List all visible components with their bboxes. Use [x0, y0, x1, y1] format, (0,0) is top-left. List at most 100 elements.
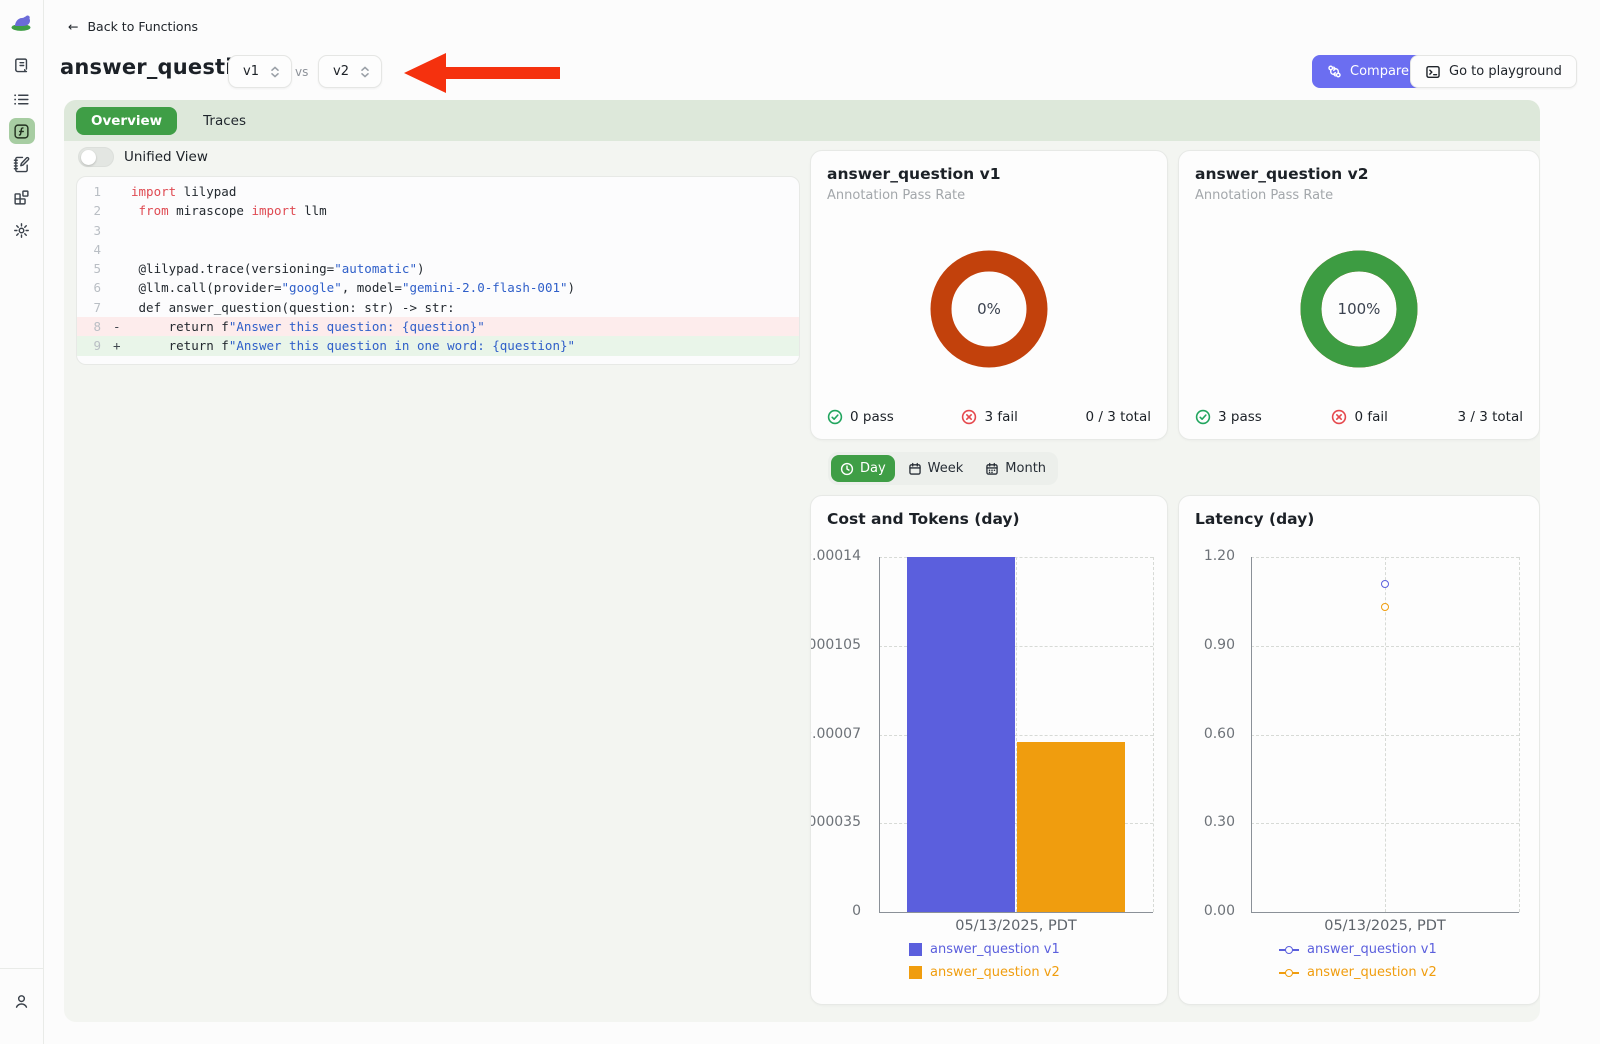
range-month-button[interactable]: Month [976, 455, 1055, 482]
gridline [1519, 557, 1520, 912]
sidebar-divider [0, 968, 43, 969]
tab-bar: Overview Traces [64, 100, 1540, 141]
code-line: 3 [77, 221, 799, 240]
time-range-control: Day Week Month [828, 452, 1058, 485]
back-arrow-icon: ← [68, 19, 78, 34]
bar-answer_question-v2[interactable] [1017, 742, 1125, 912]
fail-stat: 3 fail [961, 409, 1017, 425]
code-line: 9+ return f"Answer this question in one … [77, 336, 799, 355]
tab-overview[interactable]: Overview [76, 107, 177, 135]
latency-card: Latency (day) 0.000.300.600.901.2005/13/… [1178, 495, 1540, 1005]
point-answer_question-v1[interactable] [1381, 580, 1389, 588]
version-select-left[interactable]: v1 [228, 55, 292, 88]
pass-rate-percent: 0% [929, 249, 1049, 369]
clock-icon [840, 462, 854, 476]
legend-marker [1279, 968, 1299, 977]
compare-button[interactable]: Compare [1312, 55, 1424, 88]
legend-label: answer_question v2 [1307, 965, 1437, 980]
x-tick-label: 05/13/2025, PDT [879, 918, 1153, 934]
unified-view-label: Unified View [124, 149, 208, 165]
legend-label: answer_question v1 [1307, 942, 1437, 957]
card-title: answer_question v2 [1195, 165, 1369, 183]
pass-stat: 0 pass [827, 409, 894, 425]
y-tick: 1.20 [1179, 548, 1241, 566]
y-axis [1251, 557, 1252, 912]
fail-stat: 0 fail [1331, 409, 1387, 425]
y-axis [879, 557, 880, 912]
point-answer_question-v2[interactable] [1381, 603, 1389, 611]
lilypad-logo-icon[interactable] [9, 8, 35, 34]
go-to-playground-button[interactable]: Go to playground [1410, 55, 1577, 88]
y-tick: 0.30 [1179, 814, 1241, 832]
pass-stat: 3 pass [1195, 409, 1262, 425]
sidebar-item-blocks-icon[interactable] [9, 184, 35, 210]
sidebar-item-scroll-icon[interactable] [9, 52, 35, 78]
chevron-up-down-icon [269, 65, 281, 79]
back-link-label: Back to Functions [87, 19, 198, 34]
code-line: 2 from mirascope import llm [77, 201, 799, 220]
x-axis [1251, 912, 1519, 913]
version-select-right[interactable]: v2 [318, 55, 382, 88]
legend-item: answer_question v2 [1279, 965, 1437, 980]
legend-swatch [909, 943, 922, 956]
content-panel: Overview Traces Unified View 1import lil… [64, 100, 1540, 1022]
gridline [1153, 557, 1154, 912]
version-left-value: v1 [243, 64, 259, 79]
y-tick: 0.000105 [811, 637, 867, 655]
compare-button-label: Compare [1350, 64, 1409, 79]
legend-item: answer_question v2 [909, 965, 1060, 980]
tab-traces[interactable]: Traces [203, 113, 246, 129]
x-circle-icon [961, 409, 977, 425]
sidebar-item-user-icon[interactable] [9, 988, 35, 1014]
unified-view-row: Unified View [78, 147, 208, 167]
pass-rate-card-v2: answer_question v2 Annotation Pass Rate … [1178, 150, 1540, 440]
legend-item: answer_question v1 [909, 942, 1060, 957]
pass-rate-card-v1: answer_question v1 Annotation Pass Rate … [810, 150, 1168, 440]
range-week-button[interactable]: Week [899, 455, 973, 482]
calendar-icon [908, 462, 922, 476]
git-compare-icon [1327, 64, 1342, 79]
check-circle-icon [827, 409, 843, 425]
code-line: 6 @llm.call(provider="google", model="ge… [77, 278, 799, 297]
legend-swatch [909, 966, 922, 979]
sidebar-item-list-icon[interactable] [9, 86, 35, 112]
code-line: 7 def answer_question(question: str) -> … [77, 298, 799, 317]
total-stat: 3 / 3 total [1458, 409, 1523, 425]
sidebar [0, 0, 44, 1044]
legend-marker [1279, 945, 1299, 954]
pass-rate-percent: 100% [1299, 249, 1419, 369]
playground-button-label: Go to playground [1449, 64, 1562, 79]
code-line: 5 @lilypad.trace(versioning="automatic") [77, 259, 799, 278]
bar-answer_question-v1[interactable] [907, 557, 1015, 912]
calendar-days-icon [985, 462, 999, 476]
code-line: 1import lilypad [77, 182, 799, 201]
y-tick: 0.00 [1179, 903, 1241, 921]
legend-label: answer_question v1 [930, 942, 1060, 957]
sidebar-item-function-icon[interactable] [9, 118, 35, 144]
y-tick: 0.90 [1179, 637, 1241, 655]
sidebar-item-notebook-edit-icon[interactable] [9, 151, 35, 177]
code-diff-lines: 1import lilypad2 from mirascope import l… [77, 182, 799, 356]
sidebar-item-settings-gear-icon[interactable] [9, 217, 35, 243]
legend-item: answer_question v1 [1279, 942, 1437, 957]
pass-rate-donut: 100% [1299, 249, 1419, 369]
total-stat: 0 / 3 total [1086, 409, 1151, 425]
y-tick: 0.000035 [811, 814, 867, 832]
card-title: answer_question v1 [827, 165, 1001, 183]
version-right-value: v2 [333, 64, 349, 79]
latency-chart: 0.000.300.600.901.2005/13/2025, PDTanswe… [1179, 496, 1539, 1004]
card-subtitle: Annotation Pass Rate [1195, 188, 1333, 203]
vs-label: vs [295, 65, 308, 79]
annotation-arrow [404, 50, 562, 96]
back-to-functions-link[interactable]: ← Back to Functions [68, 19, 198, 34]
card-subtitle: Annotation Pass Rate [827, 188, 965, 203]
x-circle-icon [1331, 409, 1347, 425]
pass-rate-footer: 3 pass 0 fail 3 / 3 total [1195, 409, 1523, 425]
pass-rate-footer: 0 pass 3 fail 0 / 3 total [827, 409, 1151, 425]
legend-label: answer_question v2 [930, 965, 1060, 980]
y-tick: 0.00014 [811, 548, 867, 566]
code-line: 4 [77, 240, 799, 259]
x-tick-label: 05/13/2025, PDT [1251, 918, 1519, 934]
range-day-button[interactable]: Day [831, 455, 895, 482]
unified-view-toggle[interactable] [78, 147, 114, 167]
